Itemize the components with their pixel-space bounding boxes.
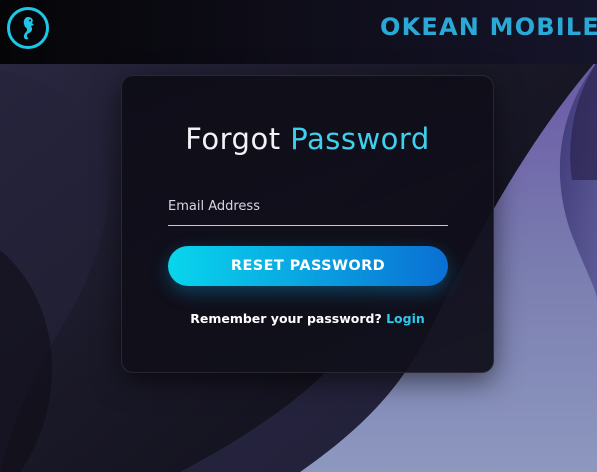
- seahorse-icon: [23, 17, 34, 40]
- login-link[interactable]: Login: [386, 311, 425, 326]
- brand-title: OKEAN MOBILE: [380, 13, 597, 41]
- reset-password-label: RESET PASSWORD: [230, 258, 386, 274]
- remember-text: Remember your password?: [190, 311, 382, 326]
- page: OKEAN MOBILE Forgot Password Email Addre…: [0, 0, 597, 472]
- email-label: Email Address: [168, 199, 260, 214]
- logo-button[interactable]: [7, 7, 49, 49]
- email-field[interactable]: Email Address: [168, 196, 448, 226]
- title-forgot: Forgot: [185, 122, 281, 156]
- reset-password-button[interactable]: RESET PASSWORD: [168, 246, 448, 286]
- top-header-bar: OKEAN MOBILE: [0, 0, 597, 64]
- remember-password-line: Remember your password? Login: [122, 311, 493, 326]
- form-title: Forgot Password: [122, 122, 493, 156]
- forgot-password-card: Forgot Password Email Address RESET PASS…: [121, 75, 494, 373]
- title-password: Password: [290, 122, 430, 156]
